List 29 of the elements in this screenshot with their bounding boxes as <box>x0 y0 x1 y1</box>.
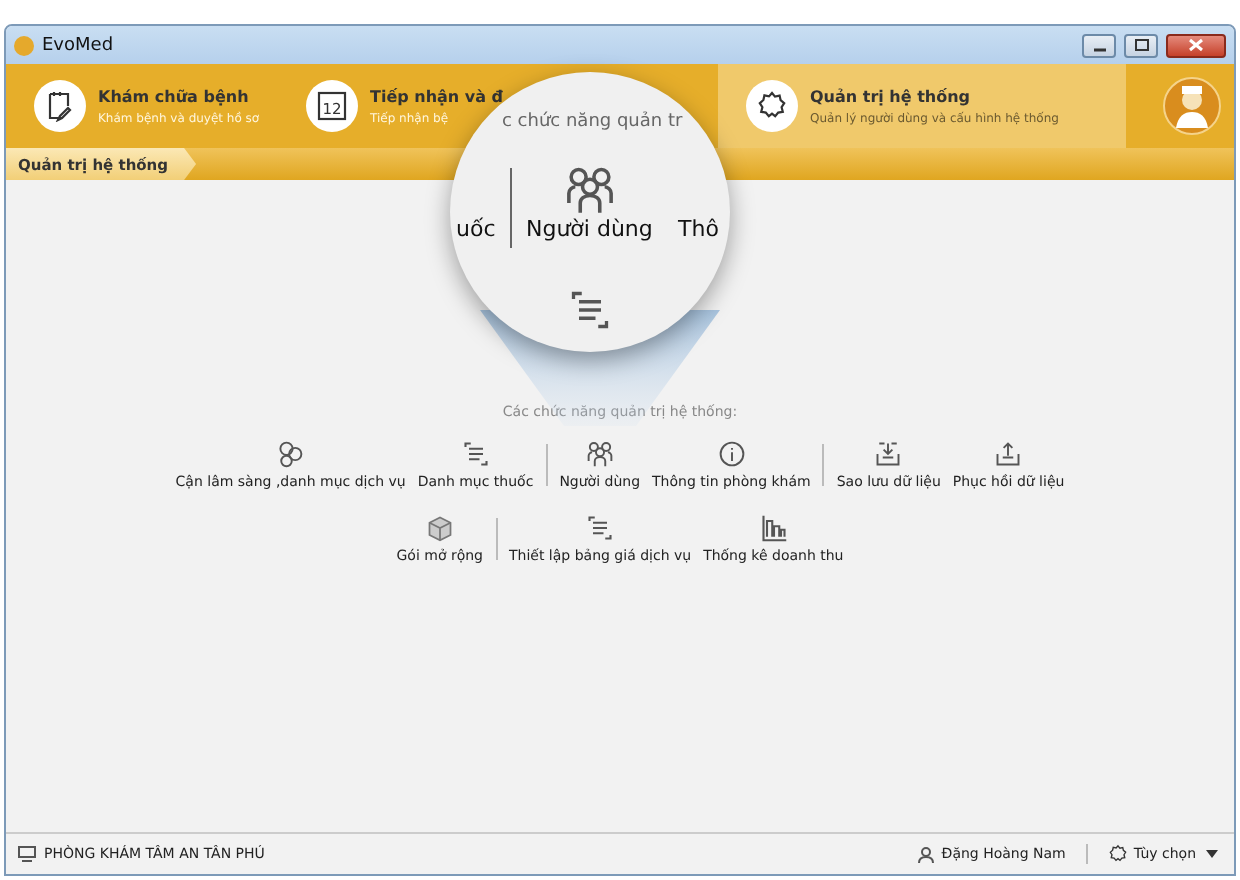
maximize-icon <box>1133 38 1149 52</box>
box-icon <box>425 514 454 542</box>
window-title: EvoMed <box>42 35 116 55</box>
info-icon <box>717 440 746 468</box>
download-tray-icon <box>874 440 903 468</box>
list-icon <box>461 440 490 468</box>
upload-tray-icon <box>994 440 1023 468</box>
minimize-button[interactable] <box>1082 33 1116 57</box>
app-icon <box>14 35 34 55</box>
magnified-label: uốc <box>456 216 496 242</box>
list-icon <box>586 514 615 542</box>
gear-icon <box>756 90 788 122</box>
magnified-label: Thô <box>678 216 719 242</box>
users-icon <box>564 164 616 216</box>
doctor-logo-icon <box>1162 76 1222 136</box>
magnified-label: Người dùng <box>526 216 653 242</box>
bar-chart-icon <box>759 514 788 542</box>
list-icon <box>568 288 612 332</box>
close-button[interactable] <box>1166 33 1226 57</box>
magnified-caption: c chức năng quản tr <box>502 112 683 132</box>
caret-icon <box>1202 848 1222 860</box>
close-icon <box>1188 38 1204 52</box>
users-icon <box>585 440 614 468</box>
clinic-icon <box>18 846 36 862</box>
maximize-button[interactable] <box>1124 33 1158 57</box>
note-pencil-icon <box>44 90 76 122</box>
circles-icon <box>276 440 305 468</box>
user-icon <box>917 845 934 863</box>
gear-icon <box>1107 844 1128 864</box>
